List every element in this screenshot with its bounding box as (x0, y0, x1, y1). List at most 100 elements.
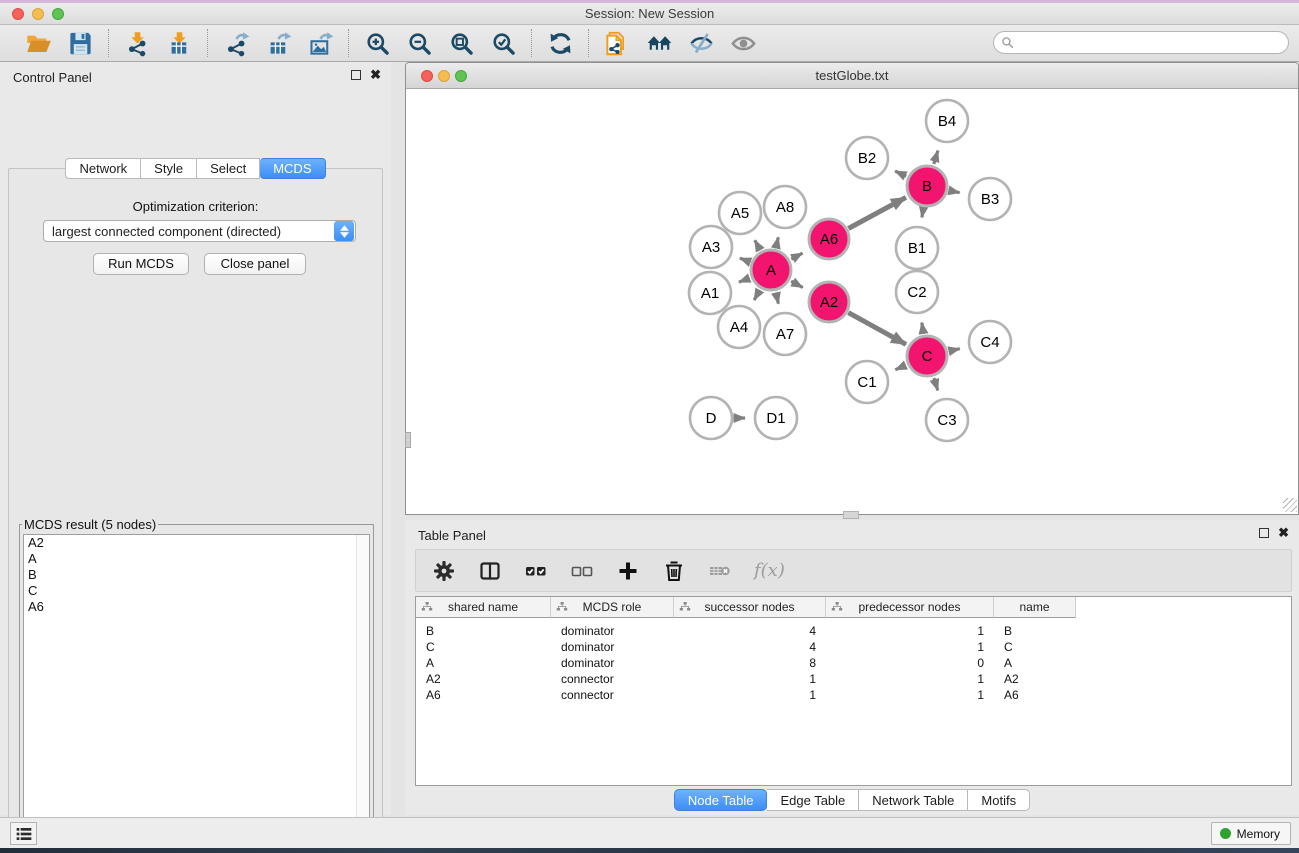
zoom-fit-icon[interactable] (446, 28, 476, 58)
open-session-icon[interactable] (23, 28, 53, 58)
tab-node-table[interactable]: Node Table (674, 789, 768, 811)
table-cell[interactable]: dominator (551, 623, 674, 639)
tab-select[interactable]: Select (197, 158, 260, 179)
table-cell[interactable]: C (994, 639, 1076, 655)
column-header-MCDS-role[interactable]: MCDS role (551, 597, 674, 618)
run-mcds-button[interactable]: Run MCDS (93, 253, 189, 275)
table-row-C[interactable]: Cdominator41C (416, 639, 1076, 655)
column-header-successor-nodes[interactable]: successor nodes (674, 597, 826, 618)
graph-node-B2[interactable]: B2 (846, 137, 888, 179)
minimize-window-button[interactable] (32, 8, 44, 20)
network-canvas[interactable]: B4B2BB3A8A5A6A3B1AA1C2A2A4A7CC4C1C3DD1 (406, 89, 1298, 514)
graph-edge-A-A3[interactable] (740, 258, 750, 262)
table-cell[interactable]: 4 (674, 623, 826, 639)
hide-selected-icon[interactable] (686, 28, 716, 58)
table-cell[interactable]: 1 (826, 623, 994, 639)
export-table-icon[interactable] (263, 28, 293, 58)
graph-edge-B-B4[interactable] (934, 151, 938, 164)
table-cell[interactable]: dominator (551, 655, 674, 671)
table-cell[interactable]: 1 (674, 687, 826, 703)
splitter-grip-bottom[interactable] (843, 511, 859, 519)
graph-node-C1[interactable]: C1 (846, 361, 888, 403)
table-cell[interactable]: 1 (826, 687, 994, 703)
graph-node-B1[interactable]: B1 (896, 227, 938, 269)
graph-edge-A-A5[interactable] (755, 240, 760, 250)
graph-edge-A-A1[interactable] (739, 278, 750, 282)
home-icon[interactable] (644, 28, 674, 58)
graph-node-A2[interactable]: A2 (809, 282, 849, 322)
export-image-icon[interactable] (305, 28, 335, 58)
result-item[interactable]: A2 (24, 535, 369, 551)
table-cell[interactable]: connector (551, 671, 674, 687)
delete-row-icon[interactable] (662, 558, 686, 584)
graph-edge-B-B3[interactable] (950, 191, 960, 193)
network-close-button[interactable] (421, 70, 433, 82)
graph-edge-A-A8[interactable] (776, 237, 778, 247)
import-table-icon[interactable] (164, 28, 194, 58)
table-cell[interactable]: 1 (826, 671, 994, 687)
graph-node-A8[interactable]: A8 (764, 186, 806, 228)
table-cell[interactable]: 1 (674, 671, 826, 687)
table-cell[interactable]: 1 (826, 639, 994, 655)
graph-node-A3[interactable]: A3 (690, 226, 732, 268)
show-hidden-icon[interactable] (728, 28, 758, 58)
table-cell[interactable]: connector (551, 687, 674, 703)
table-cell[interactable]: dominator (551, 639, 674, 655)
result-scrollbar[interactable] (356, 535, 369, 853)
graph-node-B4[interactable]: B4 (926, 100, 968, 142)
graph-node-A4[interactable]: A4 (718, 306, 760, 348)
column-header-name[interactable]: name (994, 597, 1076, 618)
export-network-icon[interactable] (221, 28, 251, 58)
tab-network-table[interactable]: Network Table (859, 789, 968, 811)
graph-edge-A-A4[interactable] (754, 290, 760, 300)
graph-node-B[interactable]: B (907, 166, 947, 206)
table-cell[interactable]: B (416, 623, 551, 639)
close-panel-icon[interactable]: ✖ (370, 70, 381, 80)
table-cell[interactable]: A (416, 655, 551, 671)
tab-network[interactable]: Network (65, 158, 141, 179)
graph-edge-B-B1[interactable] (922, 209, 923, 218)
new-network-from-selection-icon[interactable] (602, 28, 632, 58)
table-close-panel-icon[interactable]: ✖ (1278, 528, 1289, 538)
table-float-panel-icon[interactable] (1259, 528, 1269, 538)
zoom-window-button[interactable] (52, 8, 64, 20)
table-cell[interactable]: C (416, 639, 551, 655)
graph-node-C4[interactable]: C4 (969, 321, 1011, 363)
mcds-result-list[interactable]: A2ABCA6 (23, 534, 370, 853)
graph-edge-C-C1[interactable] (895, 365, 906, 370)
zoom-out-icon[interactable] (404, 28, 434, 58)
table-cell[interactable]: A (994, 655, 1076, 671)
graph-node-A1[interactable]: A1 (689, 272, 731, 314)
optimization-criterion-dropdown[interactable]: largest connected component (directed) (43, 220, 356, 242)
graph-edge-A-A6[interactable] (791, 253, 802, 259)
table-row-A6[interactable]: A6connector11A6 (416, 687, 1076, 703)
graph-edge-C-C2[interactable] (922, 323, 924, 334)
table-cell[interactable]: A6 (994, 687, 1076, 703)
result-item[interactable]: C (24, 583, 369, 599)
table-row-A[interactable]: Adominator80A (416, 655, 1076, 671)
graph-edge-A6-B[interactable] (848, 197, 906, 228)
graph-node-C2[interactable]: C2 (896, 271, 938, 313)
tab-motifs[interactable]: Motifs (968, 789, 1030, 811)
close-window-button[interactable] (12, 8, 24, 20)
graph-node-A5[interactable]: A5 (719, 192, 761, 234)
tab-style[interactable]: Style (141, 158, 197, 179)
table-cell[interactable]: A6 (416, 687, 551, 703)
task-history-button[interactable] (10, 822, 37, 845)
table-cell[interactable]: 8 (674, 655, 826, 671)
result-item[interactable]: B (24, 567, 369, 583)
graph-node-D[interactable]: D (690, 397, 732, 439)
table-row-A2[interactable]: A2connector11A2 (416, 671, 1076, 687)
search-field[interactable] (993, 31, 1289, 54)
graph-node-A7[interactable]: A7 (764, 313, 806, 355)
table-cell[interactable]: B (994, 623, 1076, 639)
save-session-icon[interactable] (65, 28, 95, 58)
graph-edge-C-C4[interactable] (950, 349, 960, 351)
deselect-all-icon[interactable] (570, 558, 594, 584)
graph-node-B3[interactable]: B3 (969, 178, 1011, 220)
tab-mcds[interactable]: MCDS (260, 158, 325, 179)
search-input[interactable] (1014, 33, 1288, 52)
graph-edge-C-C3[interactable] (934, 378, 938, 390)
graph-node-D1[interactable]: D1 (755, 397, 797, 439)
refresh-icon[interactable] (545, 28, 575, 58)
